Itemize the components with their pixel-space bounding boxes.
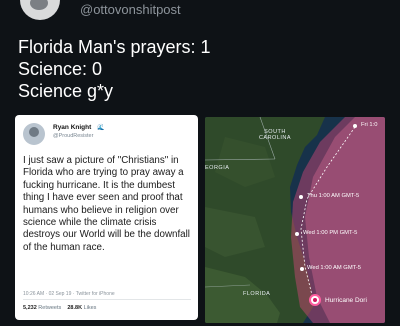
forecast-label: Thu 1:00 AM GMT-5 bbox=[307, 193, 360, 199]
retweet-count: 5,232 bbox=[23, 305, 37, 311]
hurricane-label: Hurricane Dori bbox=[325, 297, 367, 304]
retweet-label: Retweets bbox=[38, 305, 62, 311]
tweet-author-badge: 🌊 bbox=[97, 125, 105, 131]
post-text: Florida Man's prayers: 1 Science: 0 Scie… bbox=[18, 36, 211, 102]
screenshot-page: @ottovonshitpost Florida Man's prayers: … bbox=[0, 0, 400, 326]
like-label: Likes bbox=[83, 305, 97, 311]
post-line: Science g*y bbox=[18, 81, 114, 101]
post-line: Florida Man's prayers: 1 bbox=[18, 37, 211, 57]
map-label-georgia: EORGIA bbox=[205, 165, 230, 171]
forecast-label: Wed 1:00 AM GMT-5 bbox=[307, 265, 362, 271]
post-line: Science: 0 bbox=[18, 59, 103, 79]
forecast-point bbox=[353, 124, 357, 128]
like-count: 28.8K bbox=[67, 305, 83, 311]
embedded-tweet-image[interactable]: Ryan Knight 🌊 @ProudResister I just saw … bbox=[15, 115, 198, 320]
profile-avatar[interactable] bbox=[20, 0, 60, 20]
post-handle[interactable]: @ottovonshitpost bbox=[80, 2, 181, 17]
hurricane-map-image[interactable]: SOUTH CAROLINA EORGIA FLORIDA Fri 1:0 Th… bbox=[205, 117, 385, 323]
map-graphic bbox=[205, 117, 385, 323]
forecast-label: Fri 1:0 bbox=[361, 122, 378, 128]
tweet-stats: 5,232 Retweets 28.8K Likes bbox=[23, 305, 96, 311]
forecast-point bbox=[299, 195, 303, 199]
tweet-author-handle: @ProudResister bbox=[53, 133, 94, 139]
map-label-florida: FLORIDA bbox=[243, 291, 271, 297]
tweet-avatar bbox=[23, 123, 45, 145]
tweet-divider bbox=[23, 299, 191, 300]
forecast-label: Wed 1:00 PM GMT-5 bbox=[303, 230, 358, 236]
forecast-point bbox=[295, 232, 299, 236]
tweet-body-text: I just saw a picture of "Christians" in … bbox=[23, 155, 190, 253]
forecast-point bbox=[300, 267, 304, 271]
hurricane-icon bbox=[309, 294, 321, 306]
tweet-timestamp: 10:26 AM · 02 Sep 19 · Twitter for iPhon… bbox=[23, 291, 115, 297]
map-label-south-carolina: SOUTH CAROLINA bbox=[258, 129, 292, 141]
tweet-author-name: Ryan Knight bbox=[53, 124, 92, 131]
